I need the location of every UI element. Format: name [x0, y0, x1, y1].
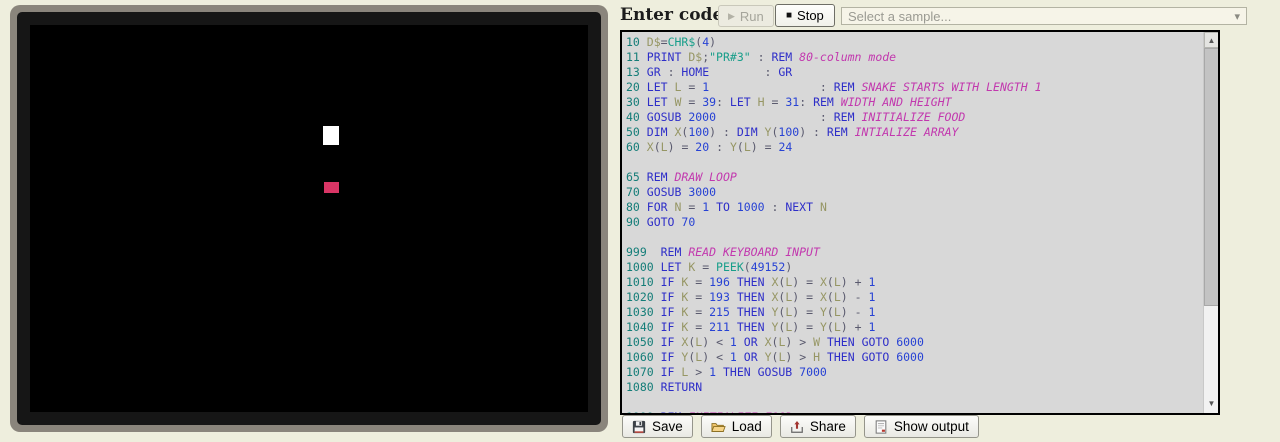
- code-line: 80 FOR N = 1 TO 1000 : NEXT N: [626, 200, 1203, 215]
- scrollbar-down-button[interactable]: ▼: [1204, 396, 1219, 410]
- code-line: 1030 IF K = 215 THEN Y(L) = Y(L) - 1: [626, 305, 1203, 320]
- document-icon: [874, 420, 888, 434]
- code-lines: 10 D$=CHR$(4)11 PRINT D$;"PR#3" : REM 80…: [622, 32, 1203, 413]
- load-button-label: Load: [732, 419, 762, 434]
- code-line: 20 LET L = 1 : REM SNAKE STARTS WITH LEN…: [626, 80, 1203, 95]
- stop-button-label: Stop: [797, 9, 824, 22]
- share-button[interactable]: Share: [780, 415, 856, 438]
- action-bar: Save Load Share: [622, 415, 979, 438]
- show-output-button[interactable]: Show output: [864, 415, 979, 438]
- screen-bezel-inner: [17, 12, 601, 425]
- code-line: [626, 155, 1203, 170]
- white-block: [323, 126, 339, 145]
- code-line: 11 PRINT D$;"PR#3" : REM 80-column mode: [626, 50, 1203, 65]
- code-line: 1080 RETURN: [626, 380, 1203, 395]
- chevron-down-icon: ▾: [1234, 10, 1240, 23]
- code-line: [626, 395, 1203, 410]
- load-button[interactable]: Load: [701, 415, 772, 438]
- code-line: 13 GR : HOME : GR: [626, 65, 1203, 80]
- screen-bezel: [10, 5, 608, 432]
- code-line: 1999 REM INITIALIZE FOOD: [626, 410, 1203, 413]
- code-line: 50 DIM X(100) : DIM Y(100) : REM INTIALI…: [626, 125, 1203, 140]
- code-line: 10 D$=CHR$(4): [626, 35, 1203, 50]
- play-icon: ▶: [728, 12, 735, 21]
- code-editor[interactable]: 10 D$=CHR$(4)11 PRINT D$;"PR#3" : REM 80…: [620, 30, 1220, 415]
- code-line: 1000 LET K = PEEK(49152): [626, 260, 1203, 275]
- code-line: 40 GOSUB 2000 : REM INITIALIZE FOOD: [626, 110, 1203, 125]
- code-line: 1060 IF Y(L) < 1 OR Y(L) > H THEN GOTO 6…: [626, 350, 1203, 365]
- code-line: 999 REM READ KEYBOARD INPUT: [626, 245, 1203, 260]
- save-button[interactable]: Save: [622, 415, 693, 438]
- enter-code-label: Enter code:: [620, 5, 730, 25]
- right-panel: Enter code: ▶ Run ■ Stop Select a sample…: [620, 0, 1280, 442]
- floppy-icon: [632, 420, 646, 434]
- code-line: 1050 IF X(L) < 1 OR X(L) > W THEN GOTO 6…: [626, 335, 1203, 350]
- code-line: 30 LET W = 39: LET H = 31: REM WIDTH AND…: [626, 95, 1203, 110]
- code-line: [626, 230, 1203, 245]
- code-line: 70 GOSUB 3000: [626, 185, 1203, 200]
- code-line: 65 REM DRAW LOOP: [626, 170, 1203, 185]
- editor-scrollbar[interactable]: ▲ ▼: [1203, 32, 1218, 413]
- stop-button[interactable]: ■ Stop: [775, 4, 835, 27]
- stop-icon: ■: [786, 11, 792, 21]
- code-line: 1070 IF L > 1 THEN GOSUB 7000: [626, 365, 1203, 380]
- code-line: 1020 IF K = 193 THEN X(L) = X(L) - 1: [626, 290, 1203, 305]
- pink-block: [324, 182, 339, 193]
- screen: [30, 25, 588, 412]
- code-line: 1040 IF K = 211 THEN Y(L) = Y(L) + 1: [626, 320, 1203, 335]
- code-line: 60 X(L) = 20 : Y(L) = 24: [626, 140, 1203, 155]
- run-button-label: Run: [740, 10, 764, 23]
- share-button-label: Share: [810, 419, 846, 434]
- sample-select[interactable]: Select a sample... ▾: [841, 7, 1247, 25]
- run-button[interactable]: ▶ Run: [718, 5, 774, 27]
- scrollbar-up-button[interactable]: ▲: [1204, 32, 1219, 48]
- share-icon: [790, 420, 804, 434]
- scrollbar-thumb[interactable]: [1204, 48, 1219, 306]
- code-line: 1010 IF K = 196 THEN X(L) = X(L) + 1: [626, 275, 1203, 290]
- save-button-label: Save: [652, 419, 683, 434]
- code-line: 90 GOTO 70: [626, 215, 1203, 230]
- folder-icon: [711, 420, 726, 434]
- show-output-button-label: Show output: [894, 419, 969, 434]
- sample-select-placeholder: Select a sample...: [848, 9, 951, 24]
